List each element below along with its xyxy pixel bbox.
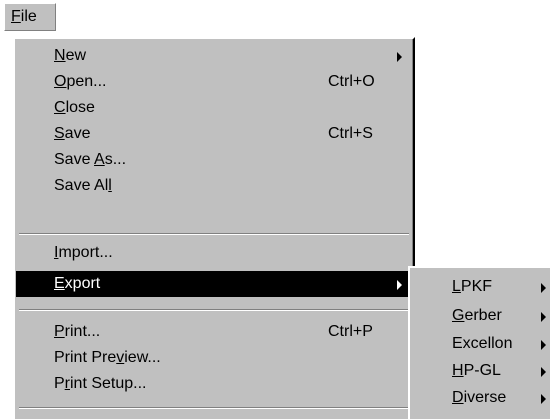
menu-item-print-preview[interactable]: Print Preview... (16, 345, 412, 371)
menu-item-label: New (54, 47, 87, 64)
menu-item-label: Save All (54, 177, 112, 194)
submenu-item-hp-gl[interactable]: HP-GL (410, 358, 550, 384)
menu-item-print[interactable]: Print... Ctrl+P (16, 319, 412, 345)
submenu-item-lpkf[interactable]: LPKF (410, 274, 550, 300)
submenu-arrow-icon (541, 283, 546, 293)
menubar-file-label: File (11, 8, 37, 25)
menu-item-label: Open... (54, 73, 107, 90)
submenu-arrow-icon (541, 394, 546, 404)
menu-item-save-as[interactable]: Save As... (16, 147, 412, 173)
menubar-file[interactable]: File (4, 3, 56, 31)
submenu-arrow-icon (397, 52, 402, 62)
menu-item-label: Import... (54, 244, 113, 261)
menu-item-label: Print Preview... (54, 349, 161, 366)
menu-item-new[interactable]: New (16, 43, 412, 69)
menu-item-export[interactable]: Export (16, 271, 412, 297)
submenu-arrow-icon (541, 340, 546, 350)
menu-separator (19, 233, 409, 235)
menu-separator (19, 309, 409, 311)
file-menu: New Open... Ctrl+O Close Save Ctrl+S Sav… (13, 37, 415, 419)
submenu-item-label: LPKF (452, 278, 493, 295)
menu-item-label: Print... (54, 323, 101, 340)
menu-item-save-all[interactable]: Save All (16, 173, 412, 199)
menu-item-label: Export (54, 275, 101, 292)
menu-item-open[interactable]: Open... Ctrl+O (16, 69, 412, 95)
submenu-item-diverse[interactable]: Diverse (410, 385, 550, 411)
submenu-item-label: Diverse (452, 389, 507, 406)
menu-item-save[interactable]: Save Ctrl+S (16, 121, 412, 147)
submenu-arrow-icon (541, 367, 546, 377)
menu-item-label: Close (54, 99, 95, 116)
menu-item-shortcut: Ctrl+O (328, 73, 375, 90)
menu-item-print-setup[interactable]: Print Setup... (16, 371, 412, 397)
menu-item-label: Print Setup... (54, 375, 147, 392)
submenu-item-excellon[interactable]: Excellon (410, 331, 550, 357)
menu-item-close[interactable]: Close (16, 95, 412, 121)
export-submenu: LPKF Gerber Excellon HP-GL Diverse (408, 266, 550, 419)
menu-item-import[interactable]: Import... (16, 240, 412, 266)
submenu-arrow-icon (397, 280, 402, 290)
menu-item-shortcut: Ctrl+S (328, 125, 373, 142)
submenu-item-label: HP-GL (452, 362, 501, 379)
submenu-item-gerber[interactable]: Gerber (410, 303, 550, 329)
menu-item-label: Save (54, 125, 91, 142)
submenu-item-label: Gerber (452, 307, 502, 324)
submenu-arrow-icon (541, 312, 546, 322)
menu-item-shortcut: Ctrl+P (328, 323, 373, 340)
submenu-item-label: Excellon (452, 335, 513, 352)
menu-separator (19, 407, 409, 409)
menu-item-label: Save As... (54, 151, 127, 168)
